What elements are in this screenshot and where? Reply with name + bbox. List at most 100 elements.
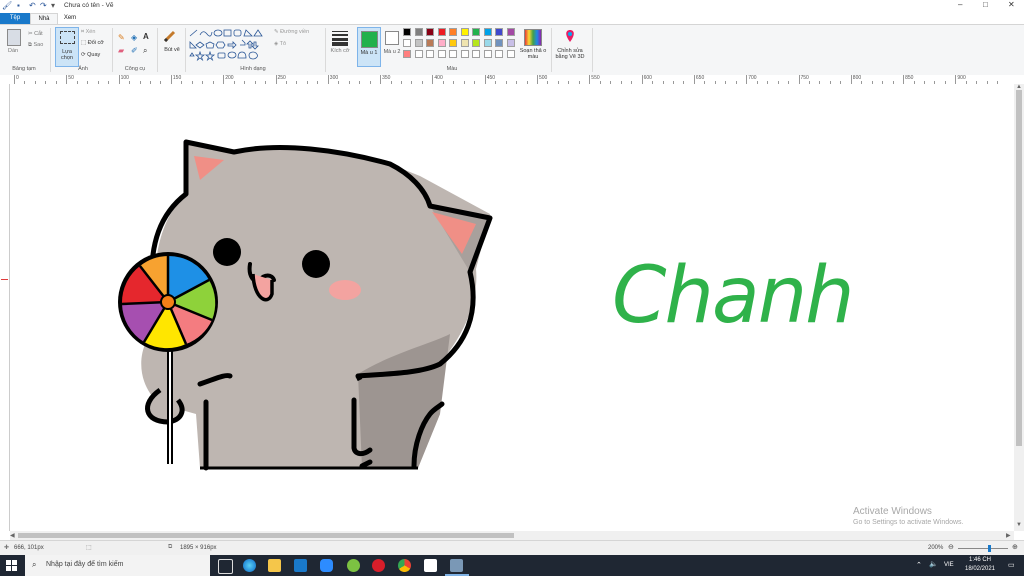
paint3d-icon[interactable]	[563, 29, 577, 43]
palette-swatch[interactable]	[506, 50, 515, 58]
palette-swatch[interactable]	[472, 28, 480, 36]
palette-swatch[interactable]	[403, 50, 411, 58]
zoom-slider-thumb[interactable]	[988, 545, 991, 552]
vertical-scrollbar[interactable]: ▲ ▼	[1014, 84, 1024, 531]
palette-swatch[interactable]	[403, 28, 411, 36]
scroll-right-icon[interactable]: ▶	[1006, 532, 1011, 539]
fill-icon[interactable]: ◈	[131, 33, 137, 42]
size-icon[interactable]	[332, 29, 348, 46]
palette-swatch[interactable]	[483, 28, 492, 36]
palette-swatch[interactable]	[403, 39, 411, 47]
cut-button[interactable]: ✂ Cắt	[28, 31, 43, 37]
paint-taskbar-icon[interactable]	[450, 559, 463, 572]
palette-swatch[interactable]	[437, 39, 446, 47]
ruler-tick	[955, 75, 957, 84]
app-icon[interactable]	[424, 559, 437, 572]
palette-swatch[interactable]	[449, 50, 457, 58]
palette-swatch[interactable]	[460, 28, 469, 36]
text-icon[interactable]: A	[143, 32, 149, 41]
horizontal-scrollbar[interactable]: ◀ ▶	[10, 531, 1014, 540]
palette-swatch[interactable]	[426, 50, 434, 58]
palette-swatch[interactable]	[495, 28, 503, 36]
palette-swatch[interactable]	[495, 50, 503, 58]
save-icon[interactable]: ▪	[17, 1, 20, 10]
app-icon[interactable]	[347, 559, 360, 572]
copy-button[interactable]: ⧉ Sao	[28, 42, 43, 49]
zoom-app-icon[interactable]	[320, 559, 333, 572]
customize-toolbar-icon[interactable]: ▾	[51, 1, 55, 10]
pencil-icon[interactable]: ✎	[118, 33, 125, 42]
palette-swatch[interactable]	[472, 39, 480, 47]
palette-swatch[interactable]	[449, 39, 457, 47]
shape-fill-button[interactable]: ◈ Tô	[274, 41, 286, 47]
taskbar-search[interactable]: ⌕ Nhập tại đây để tìm kiếm	[25, 555, 210, 576]
edge-icon[interactable]	[243, 559, 256, 572]
palette-swatch[interactable]	[483, 39, 492, 47]
resize-icon: ⬚	[81, 40, 88, 46]
zoom-out-icon[interactable]: ⊖	[948, 543, 954, 551]
chrome-icon[interactable]	[398, 559, 411, 572]
horizontal-scroll-thumb[interactable]	[18, 533, 514, 538]
palette-swatch[interactable]	[506, 39, 515, 47]
undo-icon[interactable]: ↶	[29, 1, 36, 10]
scroll-down-icon[interactable]: ▼	[1016, 522, 1022, 528]
resize-button[interactable]: ⬚ Đổi cỡ	[81, 40, 104, 46]
palette-swatch[interactable]	[437, 50, 446, 58]
ruler-tick	[170, 75, 172, 84]
maximize-button[interactable]: □	[983, 0, 988, 9]
zoom-slider[interactable]	[958, 545, 1008, 552]
palette-swatch[interactable]	[449, 28, 457, 36]
shape-outline-button[interactable]: ✎ Đường viền	[274, 29, 309, 35]
tab-file[interactable]: Tệp	[0, 13, 30, 24]
scroll-left-icon[interactable]: ◀	[10, 532, 15, 539]
palette-swatch[interactable]	[426, 28, 434, 36]
color2-button[interactable]: Mà u 2	[382, 27, 402, 65]
tab-home[interactable]: Nhà	[30, 13, 58, 24]
window-title: Chưa có tên - Vẽ	[64, 2, 114, 9]
clock-time[interactable]: 1:46 CH	[962, 557, 998, 563]
activation-title: Activate Windows	[853, 506, 932, 517]
minimize-button[interactable]: –	[958, 0, 962, 9]
palette-swatch[interactable]	[495, 39, 503, 47]
drawing-canvas[interactable]: Chanh	[10, 84, 1014, 531]
vertical-scroll-thumb[interactable]	[1016, 90, 1022, 446]
shapes-gallery[interactable]	[188, 28, 268, 62]
eraser-icon[interactable]: ▰	[118, 46, 124, 55]
palette-swatch[interactable]	[414, 39, 423, 47]
task-view-icon[interactable]	[218, 559, 233, 574]
tab-view[interactable]: Xem	[58, 13, 82, 24]
palette-swatch[interactable]	[506, 28, 515, 36]
opera-icon[interactable]	[372, 559, 385, 572]
palette-swatch[interactable]	[460, 39, 469, 47]
status-bar: ✚ 666, 101px ⬚ ⧉ 1895 × 916px 200% ⊖ ⊕	[0, 540, 1024, 556]
palette-swatch[interactable]	[426, 39, 434, 47]
paste-icon[interactable]	[7, 29, 21, 46]
magnifier-icon[interactable]: ⌕	[143, 46, 147, 56]
mail-icon[interactable]	[294, 559, 307, 572]
ruler-tick	[798, 75, 800, 84]
close-button[interactable]: ✕	[1008, 0, 1015, 9]
palette-swatch[interactable]	[483, 50, 492, 58]
clock-date[interactable]: 18/02/2021	[958, 566, 1002, 572]
palette-swatch[interactable]	[460, 50, 469, 58]
edit-colors-icon[interactable]	[524, 29, 542, 46]
color-picker-icon[interactable]: ✐	[131, 46, 138, 55]
palette-swatch[interactable]	[472, 50, 480, 58]
rotate-button[interactable]: ⟳ Quay	[81, 52, 100, 58]
crop-button[interactable]: ⌗ Xén	[81, 29, 95, 36]
zoom-in-icon[interactable]: ⊕	[1012, 543, 1018, 551]
palette-swatch[interactable]	[414, 50, 423, 58]
file-explorer-icon[interactable]	[268, 559, 281, 572]
zoom-level: 200%	[928, 545, 944, 551]
color1-button[interactable]: Mà u 1	[357, 27, 381, 67]
brushes-icon[interactable]	[163, 29, 177, 43]
tray-chevron-icon[interactable]: ⌃	[916, 561, 922, 569]
redo-icon[interactable]: ↷	[40, 1, 47, 10]
notification-icon[interactable]: ▭	[1008, 561, 1015, 569]
windows-start-icon[interactable]	[6, 560, 17, 571]
language-indicator[interactable]: VIE	[944, 562, 954, 568]
palette-swatch[interactable]	[414, 28, 423, 36]
palette-swatch[interactable]	[437, 28, 446, 36]
select-button[interactable]: Lựa chọn	[55, 27, 79, 67]
volume-icon[interactable]: 🔈	[929, 560, 938, 568]
